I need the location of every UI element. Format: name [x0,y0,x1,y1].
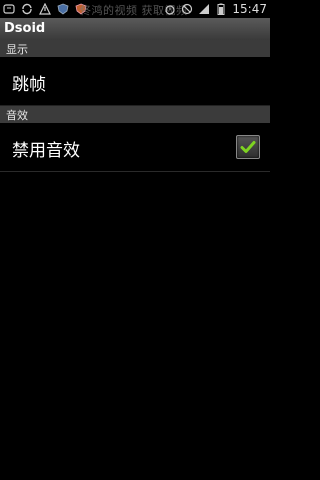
sync-icon [22,3,32,15]
section-header-label: 音效 [6,109,28,122]
system-icons: 15:47 [164,0,267,18]
shield-icon [57,3,69,15]
preference-disable-sound[interactable]: 禁用音效 [0,123,270,172]
notification-icons [3,1,87,17]
warning-icon [39,3,51,15]
app-title: Dsoid [4,21,46,36]
app-title-bar: Dsoid [0,18,270,41]
status-bar: 佟鸿的视频 获取视频 15:47 [0,0,270,18]
battery-icon [217,3,225,15]
preference-label: 禁用音效 [12,141,80,161]
preference-frame-skip[interactable]: 跳帧 [0,57,270,105]
no-signal-icon [182,3,193,15]
preference-label: 跳帧 [12,75,46,95]
section-header-display: 显示 [0,40,270,57]
section-header-label: 显示 [6,43,28,56]
checkmark-icon [240,141,256,153]
android-debug-icon [3,4,15,14]
alarm-icon [165,5,176,15]
section-header-sound: 音效 [0,106,270,123]
signal-icon [199,4,210,14]
disable-sound-checkbox[interactable] [236,135,260,159]
clock: 15:47 [232,2,267,16]
